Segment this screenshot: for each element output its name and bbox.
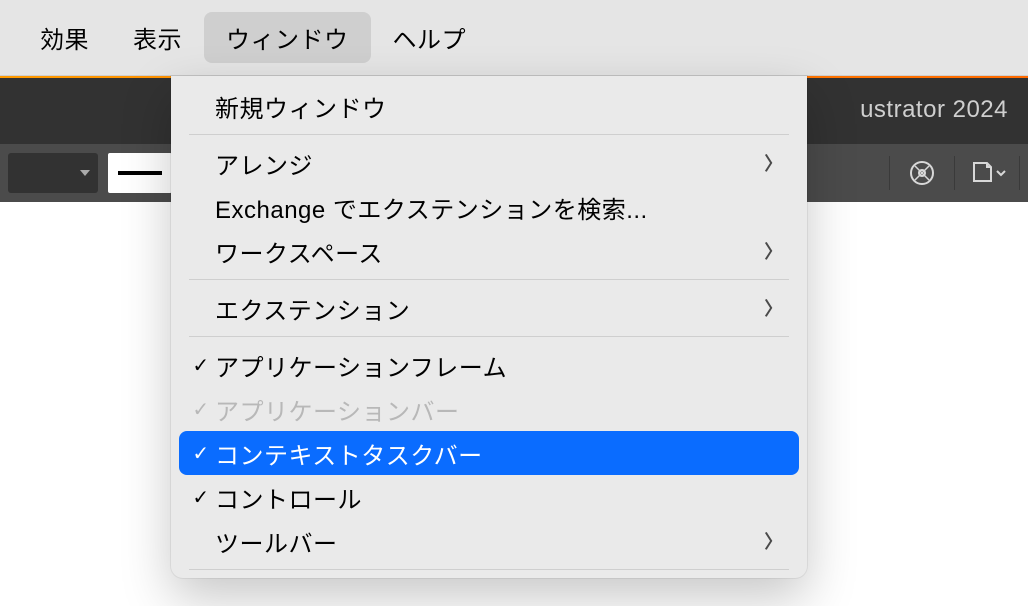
menuitem-label: Exchange でエクステンションを検索... [215, 190, 783, 225]
toolbar-divider [1019, 156, 1020, 190]
menu-view[interactable]: 表示 [111, 12, 204, 63]
menu-separator [189, 279, 789, 280]
submenu-arrow-icon: 〉 [765, 150, 784, 176]
submenu-arrow-icon: 〉 [765, 528, 784, 554]
menuitem-label: 新規ウィンドウ [215, 89, 783, 124]
menuitem-toolbar[interactable]: ツールバー 〉 [171, 519, 807, 563]
menuitem-label: ツールバー [215, 524, 765, 559]
menuitem-arrange[interactable]: アレンジ 〉 [171, 141, 807, 185]
menuitem-application-frame[interactable]: ✓ アプリケーションフレーム [171, 343, 807, 387]
disc-icon-svg [908, 159, 936, 187]
submenu-arrow-icon: 〉 [765, 238, 784, 264]
stroke-line-icon [118, 171, 162, 175]
menuitem-control[interactable]: ✓ コントロール [171, 475, 807, 519]
menuitem-label: アプリケーションフレーム [215, 348, 783, 383]
check-icon: ✓ [189, 441, 213, 466]
window-menu-dropdown: 新規ウィンドウ アレンジ 〉 Exchange でエクステンションを検索... … [171, 76, 807, 578]
document-setup-icon[interactable] [965, 151, 1009, 195]
disc-icon[interactable] [900, 151, 944, 195]
stroke-preview[interactable] [108, 153, 172, 193]
menu-separator [189, 336, 789, 337]
menuitem-label: アプリケーションバー [215, 392, 783, 427]
document-setup-icon-svg [968, 158, 998, 188]
toolbar-divider [889, 156, 890, 190]
chevron-down-icon [80, 170, 90, 176]
menuitem-label: アレンジ [215, 146, 765, 181]
menu-separator [189, 134, 789, 135]
fill-dropdown[interactable] [8, 153, 98, 193]
menuitem-label: コントロール [215, 480, 783, 515]
submenu-arrow-icon: 〉 [765, 295, 784, 321]
menuitem-context-taskbar[interactable]: ✓ コンテキストタスクバー [179, 431, 799, 475]
menuitem-label: コンテキストタスクバー [215, 436, 783, 471]
check-icon: ✓ [189, 353, 213, 378]
chevron-down-small-icon [996, 168, 1006, 178]
menu-window[interactable]: ウィンドウ [204, 12, 371, 63]
menubar: 効果 表示 ウィンドウ ヘルプ [0, 0, 1028, 76]
menuitem-label: エクステンション [215, 291, 765, 326]
menuitem-workspace[interactable]: ワークスペース 〉 [171, 229, 807, 273]
menu-separator [189, 569, 789, 570]
app-title: ustrator 2024 [860, 96, 1028, 124]
menu-help[interactable]: ヘルプ [371, 12, 489, 63]
menuitem-new-window[interactable]: 新規ウィンドウ [171, 84, 807, 128]
menuitem-extension[interactable]: エクステンション 〉 [171, 286, 807, 330]
menuitem-exchange-search[interactable]: Exchange でエクステンションを検索... [171, 185, 807, 229]
menu-effect[interactable]: 効果 [18, 12, 111, 63]
check-icon: ✓ [189, 397, 213, 422]
toolbar-divider [954, 156, 955, 190]
menuitem-application-bar: ✓ アプリケーションバー [171, 387, 807, 431]
check-icon: ✓ [189, 485, 213, 510]
menuitem-label: ワークスペース [215, 234, 765, 269]
